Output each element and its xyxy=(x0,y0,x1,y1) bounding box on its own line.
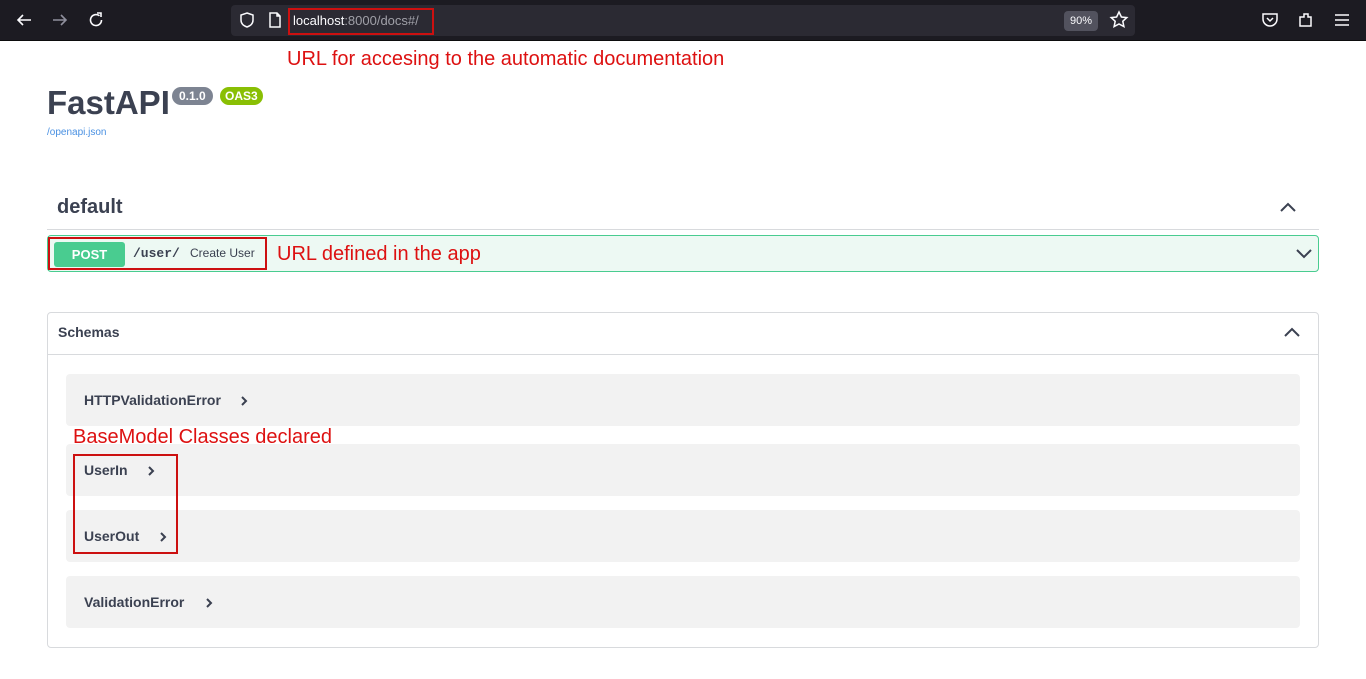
chevron-up-icon[interactable] xyxy=(1281,322,1303,347)
model-userout[interactable]: UserOut xyxy=(66,510,1300,562)
version-badge: 0.1.0 xyxy=(172,87,213,105)
schemas-header[interactable]: Schemas xyxy=(48,313,1318,355)
reload-icon[interactable] xyxy=(84,8,108,32)
browser-toolbar: localhost:8000/docs#/ 90% xyxy=(0,0,1366,41)
oas-badge: OAS3 xyxy=(220,87,263,105)
schemas-panel: Schemas HTTPValidationError UserIn UserO… xyxy=(47,312,1319,648)
bookmark-star-icon[interactable] xyxy=(1108,9,1130,36)
model-userin[interactable]: UserIn xyxy=(66,444,1300,496)
forward-icon[interactable] xyxy=(48,8,72,32)
model-httpvalidationerror[interactable]: HTTPValidationError xyxy=(66,374,1300,426)
back-icon[interactable] xyxy=(12,8,36,32)
section-title-default[interactable]: default xyxy=(57,196,123,219)
models-highlight-box xyxy=(73,454,178,554)
endpoint-annotation: URL defined in the app xyxy=(277,243,481,265)
url-highlight-box xyxy=(288,8,434,35)
page-icon[interactable] xyxy=(265,10,285,35)
chevron-right-icon[interactable] xyxy=(239,394,251,413)
schemas-title: Schemas xyxy=(58,324,120,340)
chevron-right-icon[interactable] xyxy=(204,596,216,615)
openapi-json-link[interactable]: /openapi.json xyxy=(47,127,107,138)
extensions-icon[interactable] xyxy=(1294,8,1318,32)
menu-icon[interactable] xyxy=(1330,8,1354,32)
zoom-level-badge[interactable]: 90% xyxy=(1064,11,1098,31)
section-divider xyxy=(47,229,1319,230)
url-annotation: URL for accesing to the automatic docume… xyxy=(287,48,725,70)
page-title: FastAPI xyxy=(47,84,170,121)
shield-icon[interactable] xyxy=(237,10,257,35)
models-annotation: BaseModel Classes declared xyxy=(73,426,333,448)
model-name: ValidationError xyxy=(84,594,185,610)
endpoint-highlight-box xyxy=(48,237,267,270)
pocket-icon[interactable] xyxy=(1258,8,1282,32)
model-name: HTTPValidationError xyxy=(84,392,221,408)
model-validationerror[interactable]: ValidationError xyxy=(66,576,1300,628)
chevron-down-icon[interactable] xyxy=(1293,244,1315,269)
chevron-up-icon[interactable] xyxy=(1277,197,1299,222)
